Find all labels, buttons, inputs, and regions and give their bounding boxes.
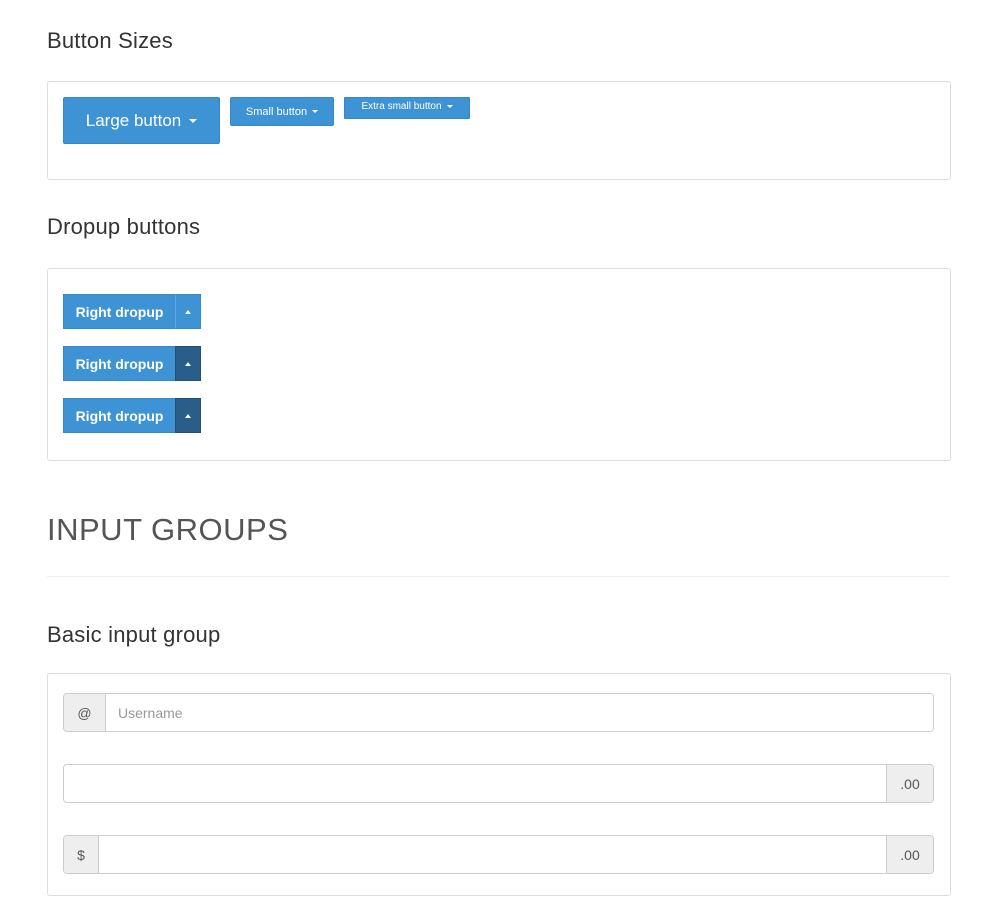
basic-input-group-heading: Basic input group: [47, 622, 221, 647]
amount-input-group: .00: [63, 764, 934, 803]
caret-up-icon: [185, 309, 191, 314]
caret-down-icon: [189, 118, 198, 123]
dropup-group-1: Right dropup: [63, 294, 201, 329]
dropup-panel: Right dropup Right dropup Right dropup: [47, 268, 951, 461]
cents-addon: .00: [886, 765, 933, 802]
right-dropup-label: Right dropup: [75, 407, 164, 424]
caret-up-icon: [185, 361, 191, 366]
right-dropup-label: Right dropup: [75, 355, 164, 372]
small-button[interactable]: Small button: [230, 97, 334, 126]
dropup-heading: Dropup buttons: [47, 214, 201, 239]
caret-up-icon: [185, 413, 191, 418]
input-groups-title: INPUT GROUPS: [47, 512, 289, 547]
price-input-group: $ .00: [63, 835, 934, 874]
dropup-toggle[interactable]: [175, 398, 201, 433]
right-dropup-button[interactable]: Right dropup: [63, 294, 175, 329]
dollar-addon: $: [64, 836, 99, 873]
username-input[interactable]: [106, 694, 933, 731]
button-sizes-panel: Large button Small button Extra small bu…: [47, 81, 951, 180]
extra-small-button[interactable]: Extra small button: [344, 97, 470, 119]
price-input[interactable]: [99, 836, 886, 873]
cents-addon: .00: [886, 836, 933, 873]
dropup-toggle[interactable]: [175, 346, 201, 381]
dropup-group-2: Right dropup: [63, 346, 201, 381]
amount-input[interactable]: [64, 765, 886, 802]
dropup-toggle[interactable]: [175, 294, 201, 329]
section-divider: [47, 576, 950, 577]
caret-down-icon: [312, 110, 319, 113]
large-button[interactable]: Large button: [63, 97, 220, 144]
small-button-label: Small button: [245, 105, 308, 118]
extra-small-button-label: Extra small button: [361, 101, 442, 112]
at-addon: @: [64, 694, 106, 731]
button-sizes-heading: Button Sizes: [47, 28, 173, 53]
caret-down-icon: [446, 105, 453, 108]
right-dropup-label: Right dropup: [75, 303, 164, 320]
basic-input-group-panel: @ .00 $ .00: [47, 673, 951, 896]
right-dropup-button[interactable]: Right dropup: [63, 398, 175, 433]
large-button-label: Large button: [85, 110, 182, 130]
dropup-group-3: Right dropup: [63, 398, 201, 433]
right-dropup-button[interactable]: Right dropup: [63, 346, 175, 381]
username-input-group: @: [63, 693, 934, 732]
